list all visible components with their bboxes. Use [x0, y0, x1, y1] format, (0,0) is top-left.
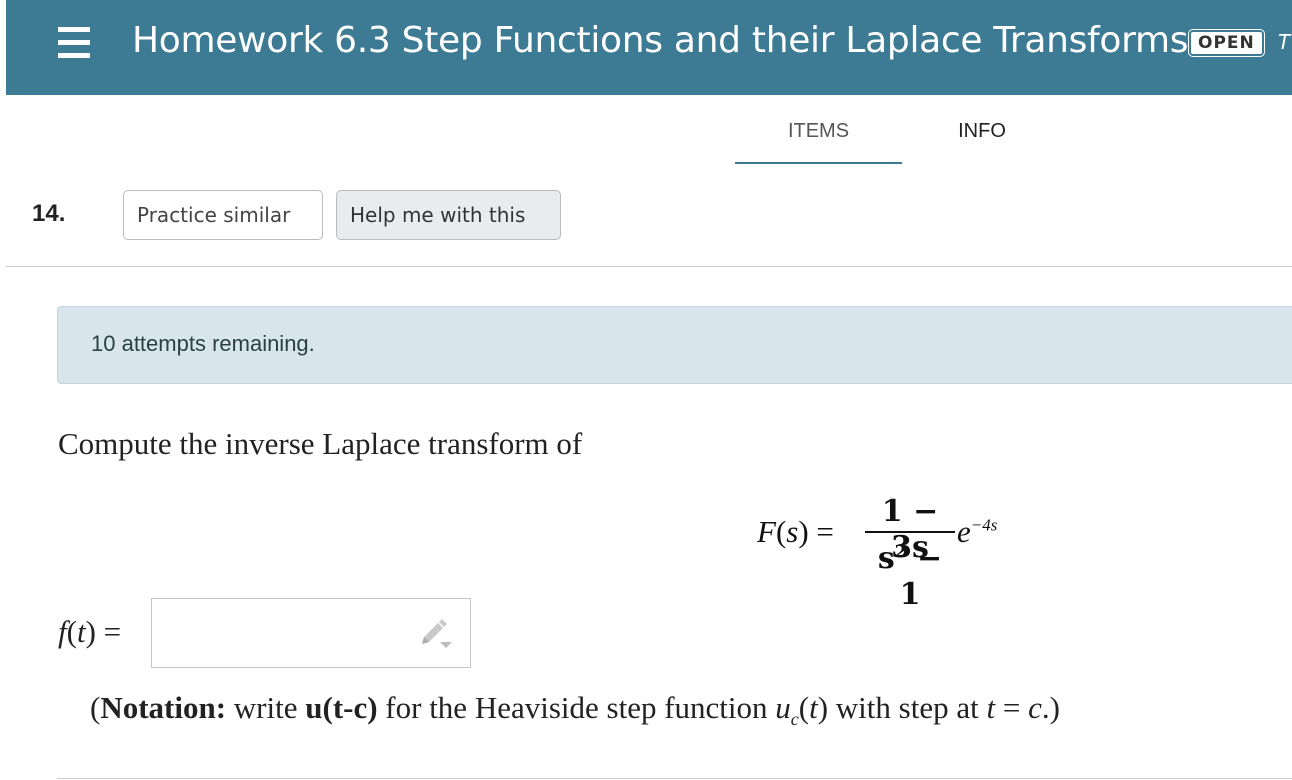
formula-numerator: 1 − 3s: [881, 494, 939, 565]
formula-lhs: F(s) =: [757, 514, 834, 549]
notation-hint: (Notation: write u(t-c) for the Heavisid…: [90, 690, 1060, 730]
attempts-text: 10 attempts remaining.: [91, 331, 315, 356]
pencil-icon[interactable]: [418, 618, 458, 652]
divider: [6, 266, 1292, 267]
status-badge: OPEN: [1188, 29, 1265, 57]
help-me-button[interactable]: Help me with this: [336, 190, 561, 240]
tab-items[interactable]: ITEMS: [735, 106, 902, 164]
tab-info[interactable]: INFO: [902, 106, 1062, 162]
question-prompt: Compute the inverse Laplace transform of: [58, 426, 583, 461]
answer-label: f(t) =: [58, 614, 122, 649]
practice-similar-button[interactable]: Practice similar: [123, 190, 323, 240]
question-number: 14.: [32, 200, 66, 227]
hamburger-menu-icon[interactable]: [58, 27, 90, 59]
formula-exponential: e−4s: [957, 514, 998, 549]
formula-fraction: 1 − 3s s2 − 1: [865, 494, 955, 612]
truncated-header-text: T: [1278, 30, 1291, 54]
divider: [57, 778, 1292, 779]
attempts-banner: 10 attempts remaining.: [57, 306, 1292, 384]
formula-denominator: s2 − 1: [877, 541, 943, 612]
assignment-title: Homework 6.3 Step Functions and their La…: [132, 20, 1189, 61]
top-header-bar: Homework 6.3 Step Functions and their La…: [6, 0, 1292, 95]
